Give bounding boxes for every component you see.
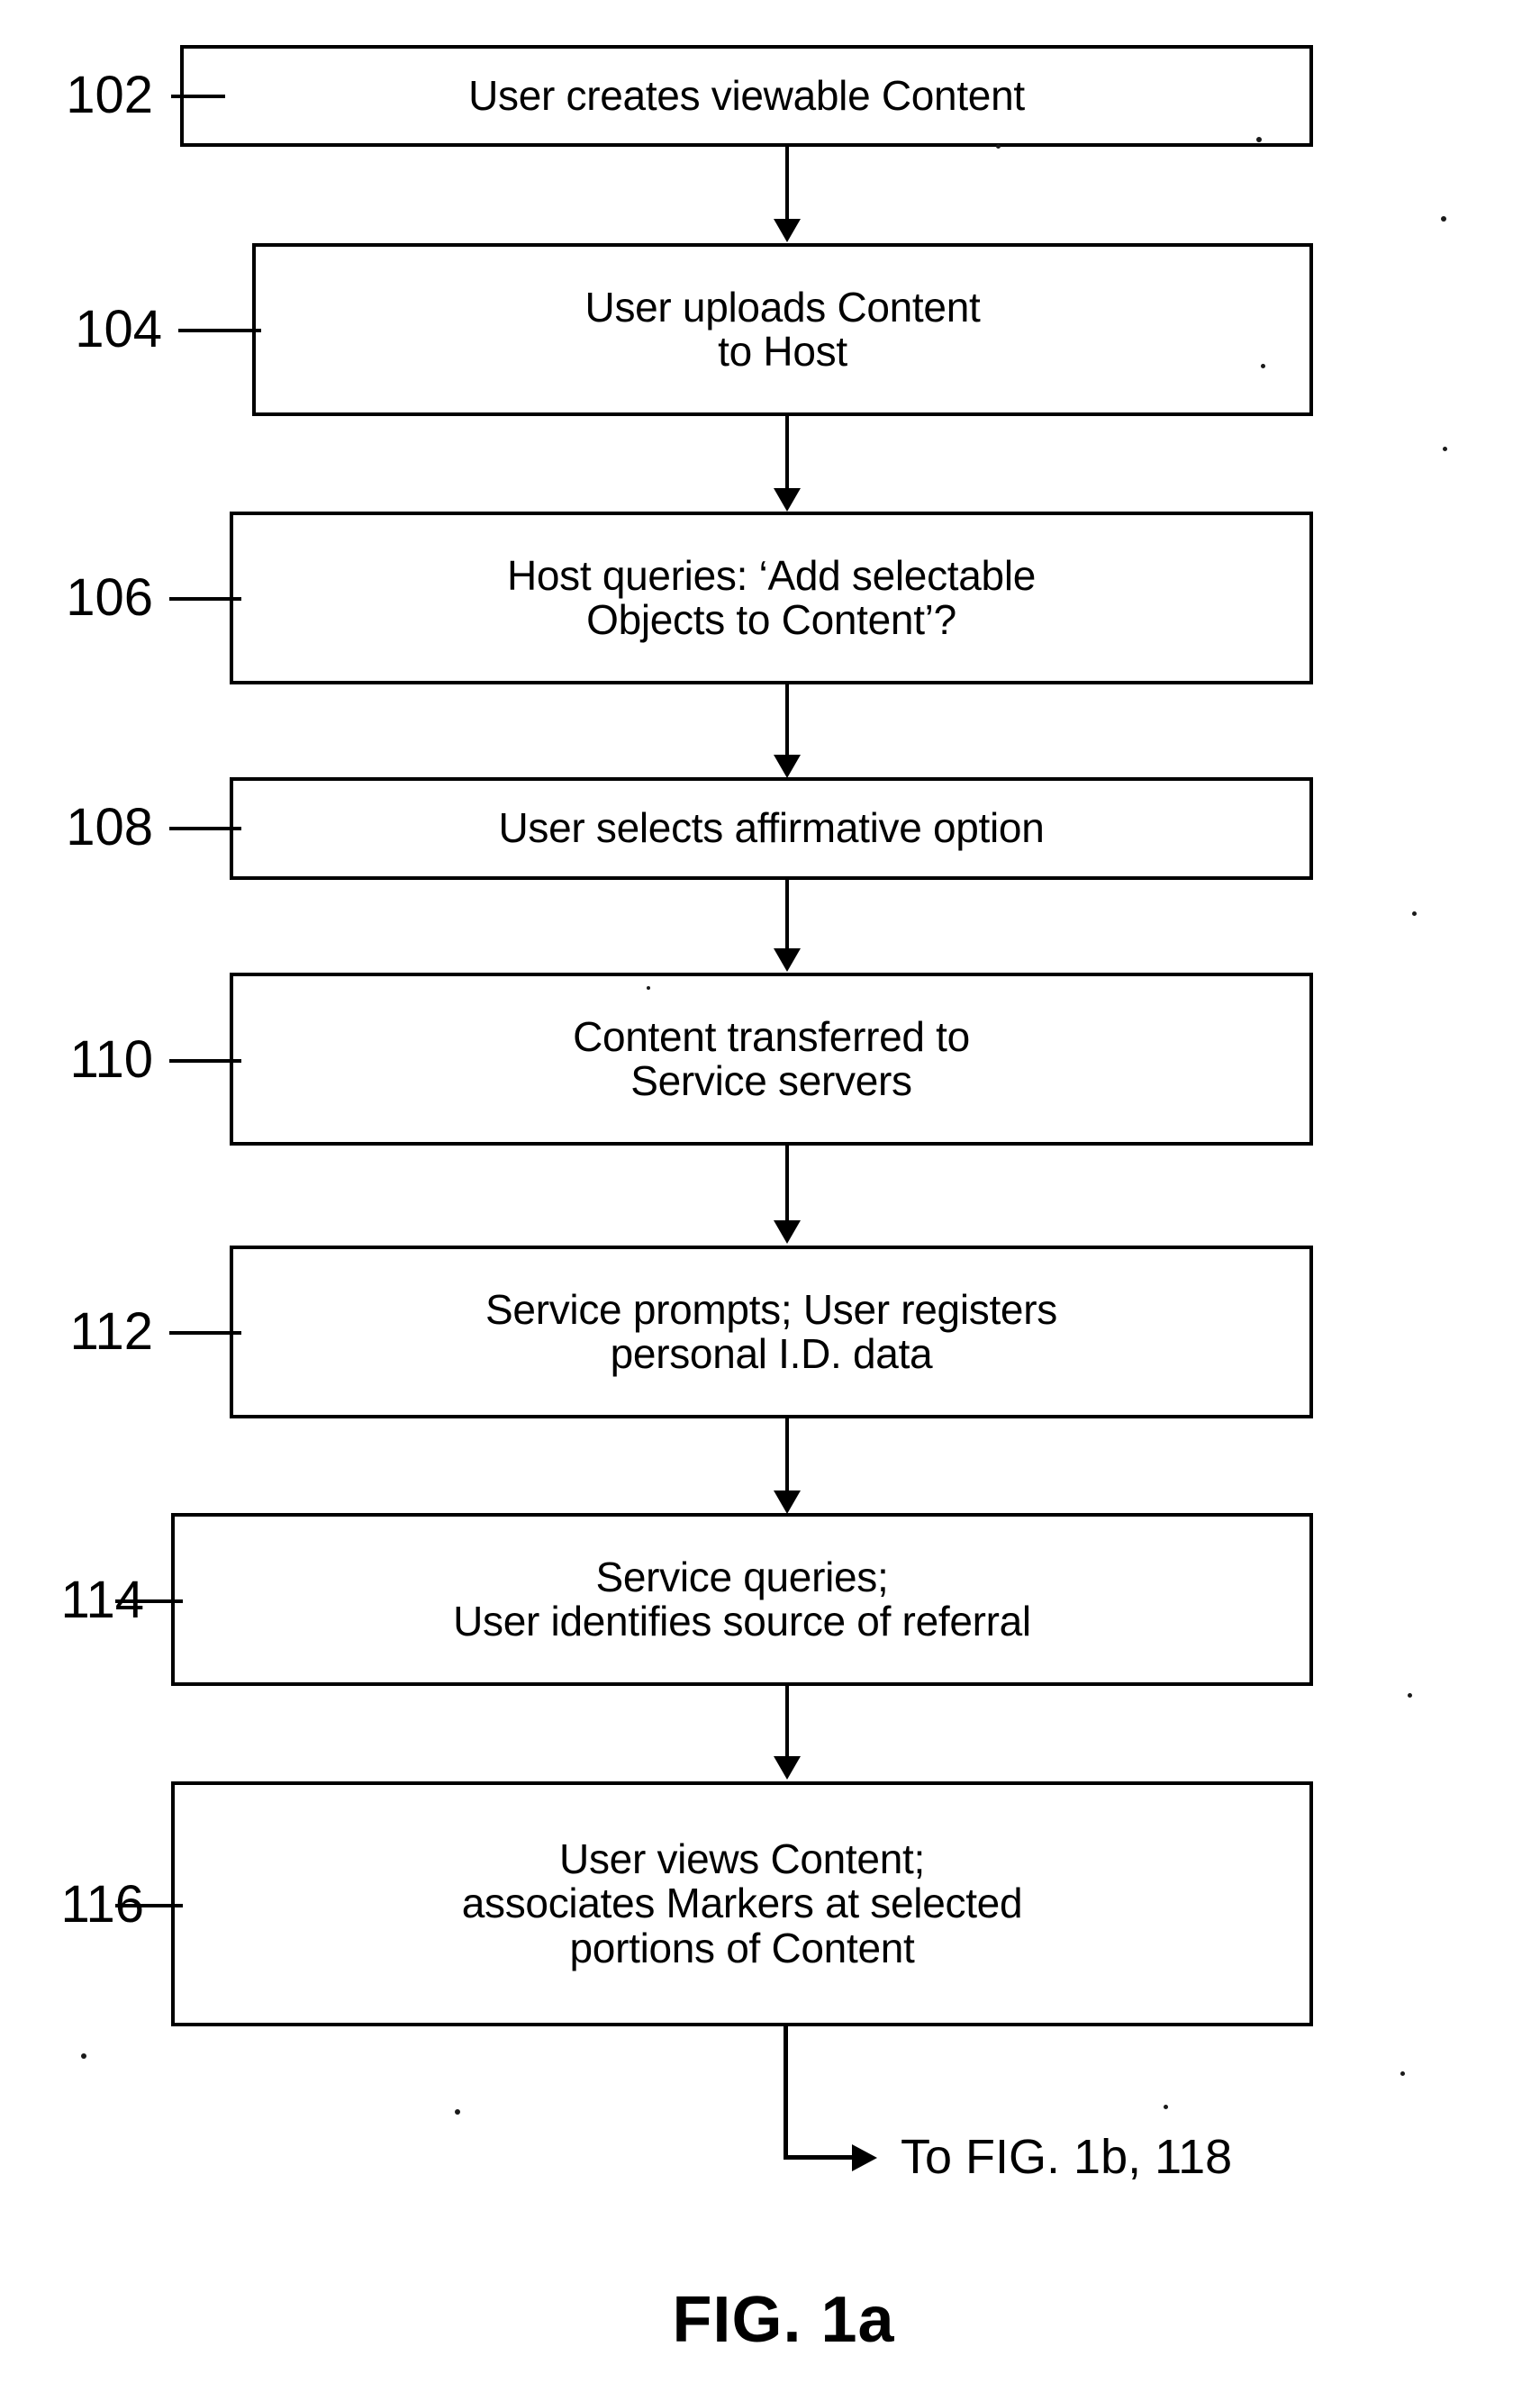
flow-node-114: Service queries; User identifies source … (171, 1513, 1313, 1686)
flow-node-112-label: Service prompts; User registers personal… (485, 1285, 1057, 1377)
flow-node-106: Host queries: ‘Add selectable Objects to… (230, 512, 1313, 684)
connector-108-110 (785, 880, 789, 950)
exit-label-to-fig-1b: To FIG. 1b, 118 (901, 2130, 1233, 2184)
scan-speck (1443, 447, 1447, 451)
connector-102-104 (785, 147, 789, 221)
arrowhead-102-104 (774, 219, 801, 242)
scan-speck (1408, 1693, 1412, 1698)
flow-node-116: User views Content; associates Markers a… (171, 1781, 1313, 2026)
connector-112-114 (785, 1418, 789, 1492)
leader-line-114 (115, 1599, 183, 1603)
connector-106-108 (785, 684, 789, 757)
leader-line-106 (169, 597, 241, 601)
ref-numeral-112: 112 (69, 1302, 153, 1361)
exit-arrowhead (852, 2144, 877, 2171)
leader-line-112 (169, 1331, 241, 1335)
leader-line-104 (178, 329, 261, 332)
arrowhead-104-106 (774, 488, 801, 512)
flow-node-112: Service prompts; User registers personal… (230, 1246, 1313, 1418)
scan-speck (1400, 2071, 1405, 2076)
scan-speck (1256, 137, 1262, 142)
connector-110-112 (785, 1146, 789, 1222)
ref-numeral-108: 108 (66, 798, 153, 856)
scan-speck (455, 2109, 460, 2115)
flow-node-114-label: Service queries; User identifies source … (453, 1553, 1031, 1644)
leader-line-110 (169, 1059, 241, 1063)
exit-connector-horizontal (784, 2155, 854, 2160)
ref-numeral-110: 110 (69, 1030, 153, 1089)
connector-104-106 (785, 416, 789, 490)
figure-caption: FIG. 1a (672, 2284, 895, 2356)
scan-speck (1441, 216, 1446, 222)
flow-node-108-label: User selects affirmative option (498, 804, 1045, 852)
flow-node-102: User creates viewable Content (180, 45, 1313, 147)
flow-node-104: User uploads Content to Host (252, 243, 1313, 416)
ref-numeral-102: 102 (66, 66, 153, 124)
scan-speck (1412, 911, 1417, 916)
scan-speck (647, 986, 650, 990)
flow-node-104-label: User uploads Content to Host (584, 283, 981, 375)
scan-speck (1164, 2105, 1168, 2109)
arrowhead-110-112 (774, 1220, 801, 1244)
flowchart-figure: User creates viewable Content 102 User u… (0, 0, 1540, 2401)
scan-speck (1261, 364, 1265, 368)
ref-numeral-104: 104 (75, 300, 162, 358)
flow-node-102-label: User creates viewable Content (468, 71, 1025, 119)
arrowhead-106-108 (774, 755, 801, 778)
arrowhead-114-116 (774, 1756, 801, 1780)
flow-node-110-label: Content transferred to Service servers (573, 1012, 970, 1104)
ref-numeral-106: 106 (66, 568, 153, 627)
leader-line-102 (171, 95, 225, 98)
flow-node-108: User selects affirmative option (230, 777, 1313, 880)
leader-line-116 (115, 1904, 183, 1907)
leader-line-108 (169, 827, 241, 830)
arrowhead-108-110 (774, 948, 801, 972)
scan-speck (81, 2053, 86, 2059)
flow-node-116-label: User views Content; associates Markers a… (461, 1835, 1023, 1971)
arrowhead-112-114 (774, 1490, 801, 1514)
exit-connector-vertical (784, 2026, 788, 2160)
scan-speck (996, 144, 1001, 149)
flow-node-106-label: Host queries: ‘Add selectable Objects to… (506, 551, 1037, 643)
connector-114-116 (785, 1686, 789, 1758)
flow-node-110: Content transferred to Service servers (230, 973, 1313, 1146)
